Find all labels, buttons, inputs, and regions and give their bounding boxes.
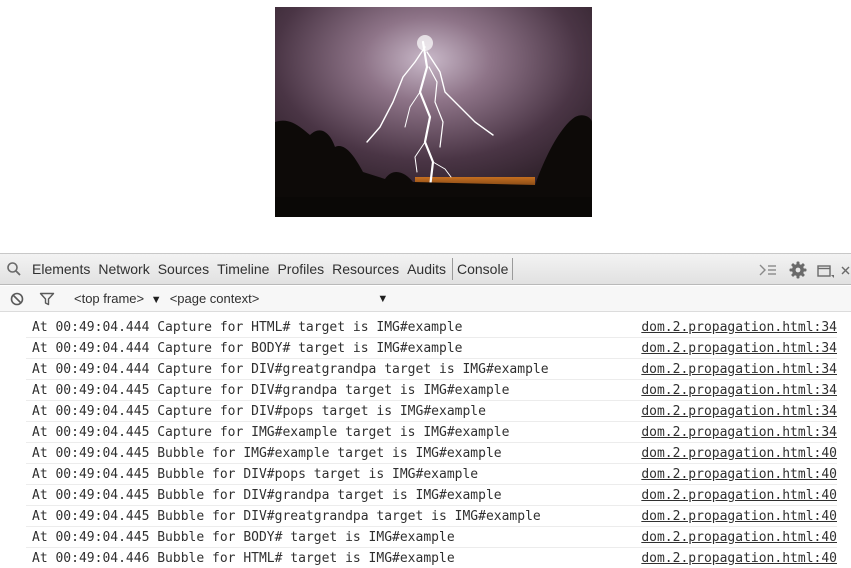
log-message: At 00:49:04.444 Capture for BODY# target… <box>32 341 463 356</box>
frame-selector-label: <top frame> <box>74 291 145 306</box>
source-link[interactable]: dom.2.propagation.html:34 <box>641 317 837 338</box>
source-link[interactable]: dom.2.propagation.html:34 <box>641 401 837 422</box>
log-message: At 00:49:04.445 Capture for DIV#pops tar… <box>32 404 486 419</box>
log-message: At 00:49:04.445 Capture for DIV#grandpa … <box>32 383 510 398</box>
context-dropdown-arrow-icon[interactable]: ▼ <box>377 293 388 305</box>
log-row: At 00:49:04.445 Bubble for DIV#pops targ… <box>26 464 837 485</box>
log-message: At 00:49:04.445 Bubble for DIV#pops targ… <box>32 467 479 482</box>
console-filter-bar: <top frame> ▼ <page context> ▼ <box>0 286 851 312</box>
context-selector[interactable]: <page context> <box>170 291 260 306</box>
tab-network[interactable]: Network <box>94 253 153 285</box>
log-row: At 00:49:04.444 Capture for BODY# target… <box>26 338 837 359</box>
frame-selector[interactable]: <top frame> ▼ <box>74 291 162 306</box>
log-message: At 00:49:04.445 Capture for IMG#example … <box>32 425 510 440</box>
drawer-toggle-icon[interactable] <box>753 254 783 286</box>
gear-icon[interactable] <box>783 254 813 286</box>
log-message: At 00:49:04.444 Capture for DIV#greatgra… <box>32 362 549 377</box>
log-message: At 00:49:04.445 Bubble for IMG#example t… <box>32 446 502 461</box>
log-row: At 00:49:04.444 Capture for DIV#greatgra… <box>26 359 837 380</box>
console-output: At 00:49:04.444 Capture for HTML# target… <box>0 317 851 568</box>
log-message: At 00:49:04.444 Capture for HTML# target… <box>32 320 463 335</box>
log-row: At 00:49:04.445 Bubble for DIV#greatgran… <box>26 506 837 527</box>
log-row: At 00:49:04.445 Bubble for BODY# target … <box>26 527 837 548</box>
source-link[interactable]: dom.2.propagation.html:34 <box>641 338 837 359</box>
clear-console-icon[interactable] <box>6 286 28 312</box>
source-link[interactable]: dom.2.propagation.html:40 <box>641 443 837 464</box>
close-icon[interactable] <box>839 254 851 286</box>
source-link[interactable]: dom.2.propagation.html:40 <box>641 506 837 527</box>
lightning-photo[interactable] <box>275 7 592 217</box>
log-row: At 00:49:04.445 Bubble for IMG#example t… <box>26 443 837 464</box>
tab-console[interactable]: Console <box>452 258 514 280</box>
tab-elements[interactable]: Elements <box>28 253 94 285</box>
context-selector-label: <page context> <box>169 291 260 306</box>
log-message: At 00:49:04.445 Bubble for DIV#grandpa t… <box>32 488 502 503</box>
tab-timeline[interactable]: Timeline <box>213 253 273 285</box>
panel-tabs: Elements Network Sources Timeline Profil… <box>28 253 514 285</box>
search-icon[interactable] <box>0 253 28 285</box>
tab-audits[interactable]: Audits <box>403 253 450 285</box>
source-link[interactable]: dom.2.propagation.html:40 <box>641 548 837 568</box>
dropdown-arrow-icon: ▼ <box>147 294 162 306</box>
source-link[interactable]: dom.2.propagation.html:40 <box>641 527 837 548</box>
log-row: At 00:49:04.445 Bubble for DIV#grandpa t… <box>26 485 837 506</box>
source-link[interactable]: dom.2.propagation.html:34 <box>641 380 837 401</box>
devtools-toolbar: Elements Network Sources Timeline Profil… <box>0 253 851 285</box>
log-message: At 00:49:04.445 Bubble for DIV#greatgran… <box>32 509 541 524</box>
source-link[interactable]: dom.2.propagation.html:40 <box>641 485 837 506</box>
tab-resources[interactable]: Resources <box>328 253 403 285</box>
log-row: At 00:49:04.445 Capture for DIV#grandpa … <box>26 380 837 401</box>
source-link[interactable]: dom.2.propagation.html:34 <box>641 359 837 380</box>
toolbar-actions <box>753 254 851 286</box>
log-row: At 00:49:04.445 Capture for DIV#pops tar… <box>26 401 837 422</box>
source-link[interactable]: dom.2.propagation.html:34 <box>641 422 837 443</box>
tab-sources[interactable]: Sources <box>154 253 213 285</box>
log-row: At 00:49:04.445 Capture for IMG#example … <box>26 422 837 443</box>
dock-side-icon[interactable] <box>813 254 839 286</box>
tab-profiles[interactable]: Profiles <box>273 253 328 285</box>
log-message: At 00:49:04.445 Bubble for BODY# target … <box>32 530 455 545</box>
source-link[interactable]: dom.2.propagation.html:40 <box>641 464 837 485</box>
filter-icon[interactable] <box>36 286 58 312</box>
log-message: At 00:49:04.446 Bubble for HTML# target … <box>32 551 455 566</box>
log-row: At 00:49:04.446 Bubble for HTML# target … <box>26 548 837 568</box>
log-row: At 00:49:04.444 Capture for HTML# target… <box>26 317 837 338</box>
